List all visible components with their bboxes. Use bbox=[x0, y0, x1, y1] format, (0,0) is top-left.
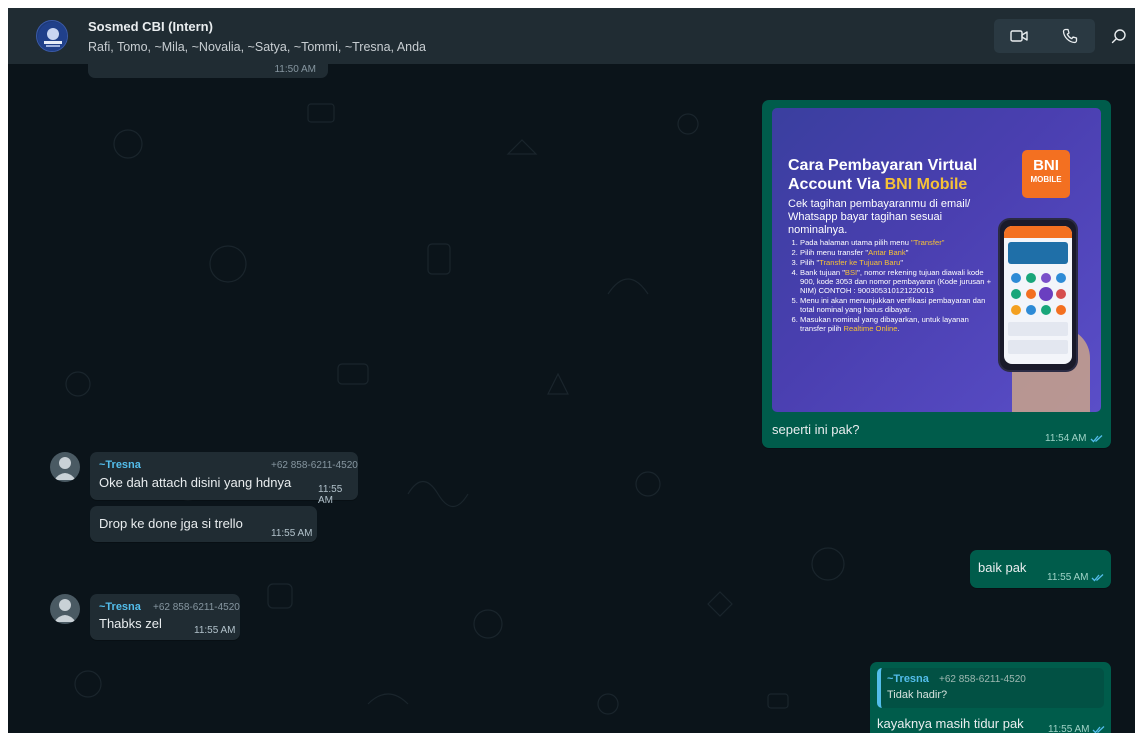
sender-name[interactable]: ~Tresna bbox=[99, 601, 141, 613]
voice-call-icon bbox=[1062, 28, 1078, 44]
image-step: Pilih "Transfer ke Tujuan Baru" bbox=[800, 258, 995, 267]
sender-phone: +62 858-6211-4520 bbox=[271, 460, 358, 471]
avatar[interactable] bbox=[50, 452, 80, 482]
phone-illustration bbox=[998, 218, 1078, 372]
message-text: seperti ini pak? bbox=[772, 422, 860, 437]
image-subtitle: Cek tagihan pembayaranmu di email/ Whats… bbox=[788, 198, 971, 236]
user-avatar-icon bbox=[54, 599, 76, 622]
message-text: kayaknya masih tidur pak bbox=[877, 716, 1024, 731]
quoted-sender-name: ~Tresna bbox=[887, 673, 929, 685]
group-avatar[interactable] bbox=[36, 20, 68, 52]
outgoing-image-message[interactable]: Cara Pembayaran Virtual Account Via BNI … bbox=[762, 100, 1111, 448]
voice-call-button[interactable] bbox=[1045, 19, 1095, 53]
group-name[interactable]: Sosmed CBI (Intern) bbox=[88, 19, 213, 34]
read-receipt-icon bbox=[1091, 574, 1104, 582]
call-buttons-group bbox=[994, 19, 1095, 53]
bni-mobile-image[interactable]: Cara Pembayaran Virtual Account Via BNI … bbox=[772, 108, 1101, 412]
previous-message-bubble[interactable]: 11:50 AM bbox=[88, 64, 328, 78]
message-text: baik pak bbox=[978, 560, 1027, 575]
image-steps-list: Pada halaman utama pilih menu "Transfer"… bbox=[788, 238, 995, 334]
incoming-message[interactable]: ~Tresna +62 858-6211-4520 Thabks zel 11:… bbox=[90, 594, 240, 640]
incoming-message[interactable]: ~Tresna +62 858-6211-4520 Oke dah attach… bbox=[90, 452, 358, 506]
incoming-message[interactable]: Drop ke done jga si trello 11:55 AM bbox=[90, 506, 317, 542]
image-step: Pilih menu transfer "Antar Bank" bbox=[800, 248, 995, 257]
avatar[interactable] bbox=[50, 594, 80, 624]
phone-screen bbox=[1004, 226, 1072, 364]
whatsapp-window: Sosmed CBI (Intern) Rafi, Tomo, ~Mila, ~… bbox=[8, 8, 1135, 733]
image-step: Bank tujuan "BSI", nomor rekening tujuan… bbox=[800, 268, 995, 295]
video-call-icon bbox=[1010, 30, 1028, 42]
message-time: 11:55 AM bbox=[271, 528, 313, 539]
video-call-button[interactable] bbox=[994, 19, 1044, 53]
quoted-text: Tidak hadir? bbox=[887, 689, 948, 701]
sender-name[interactable]: ~Tresna bbox=[99, 459, 141, 471]
sender-phone: +62 858-6211-4520 bbox=[153, 602, 240, 613]
group-members[interactable]: Rafi, Tomo, ~Mila, ~Novalia, ~Satya, ~To… bbox=[88, 40, 426, 54]
search-button[interactable] bbox=[1104, 21, 1134, 51]
message-time: 11:55 AM bbox=[1047, 572, 1089, 583]
message-list[interactable]: 11:50 AM Cara Pembayaran Virtual Account… bbox=[8, 64, 1135, 733]
message-time: 11:50 AM bbox=[274, 64, 316, 75]
message-time: 11:55 AM bbox=[318, 484, 343, 506]
message-text: Oke dah attach disini yang hdnya bbox=[99, 475, 292, 490]
read-receipt-icon bbox=[1090, 435, 1103, 443]
group-logo-icon bbox=[38, 22, 67, 51]
read-receipt-icon bbox=[1092, 726, 1105, 733]
quoted-message[interactable]: ~Tresna +62 858-6211-4520 Tidak hadir? bbox=[877, 668, 1104, 708]
outgoing-reply-message[interactable]: ~Tresna +62 858-6211-4520 Tidak hadir? k… bbox=[870, 662, 1111, 733]
message-text: Drop ke done jga si trello bbox=[99, 516, 243, 531]
user-avatar-icon bbox=[54, 457, 76, 480]
bni-mobile-logo: BNI MOBILE bbox=[1022, 150, 1070, 198]
message-time: 11:55 AM bbox=[194, 625, 236, 636]
chat-header: Sosmed CBI (Intern) Rafi, Tomo, ~Mila, ~… bbox=[8, 8, 1135, 64]
message-text: Thabks zel bbox=[99, 616, 162, 631]
message-time: 11:54 AM bbox=[1045, 433, 1087, 444]
image-step: Menu ini akan menunjukkan verifikasi pem… bbox=[800, 296, 995, 314]
image-title: Cara Pembayaran Virtual Account Via BNI … bbox=[788, 157, 978, 193]
app-grid-icon bbox=[1004, 226, 1072, 354]
message-time: 11:55 AM bbox=[1048, 724, 1090, 733]
search-icon bbox=[1111, 29, 1126, 44]
image-step: Pada halaman utama pilih menu "Transfer" bbox=[800, 238, 995, 247]
image-step: Masukan nominal yang dibayarkan, untuk l… bbox=[800, 315, 995, 333]
quoted-sender-phone: +62 858-6211-4520 bbox=[939, 674, 1026, 685]
outgoing-message[interactable]: baik pak 11:55 AM bbox=[970, 550, 1111, 588]
